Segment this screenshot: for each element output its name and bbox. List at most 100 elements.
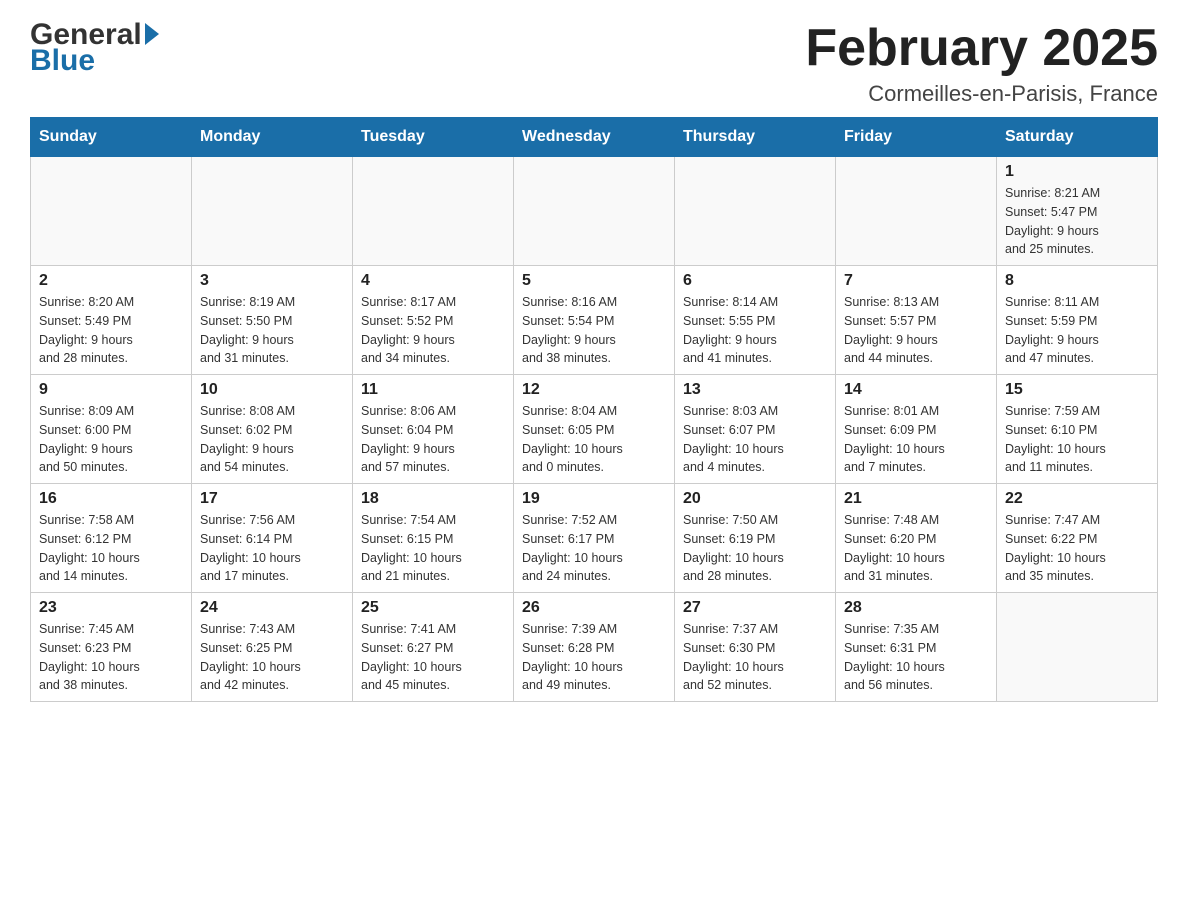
location-label: Cormeilles-en-Parisis, France: [805, 81, 1158, 107]
day-info-text: Sunrise: 7:35 AM Sunset: 6:31 PM Dayligh…: [844, 620, 988, 695]
day-number: 27: [683, 599, 827, 617]
day-number: 4: [361, 272, 505, 290]
day-info-text: Sunrise: 7:58 AM Sunset: 6:12 PM Dayligh…: [39, 511, 183, 586]
calendar-day-cell: 20 Sunrise: 7:50 AM Sunset: 6:19 PM Dayli…: [675, 484, 836, 593]
calendar-day-cell: [514, 157, 675, 266]
calendar-day-cell: 13 Sunrise: 8:03 AM Sunset: 6:07 PM Dayli…: [675, 375, 836, 484]
calendar-day-cell: 15 Sunrise: 7:59 AM Sunset: 6:10 PM Dayli…: [997, 375, 1158, 484]
day-info-text: Sunrise: 8:09 AM Sunset: 6:00 PM Dayligh…: [39, 402, 183, 477]
calendar-body: 1 Sunrise: 8:21 AM Sunset: 5:47 PM Daylig…: [31, 157, 1158, 702]
calendar-day-cell: 17 Sunrise: 7:56 AM Sunset: 6:14 PM Dayli…: [192, 484, 353, 593]
title-section: February 2025 Cormeilles-en-Parisis, Fra…: [805, 20, 1158, 107]
day-number: 7: [844, 272, 988, 290]
day-info-text: Sunrise: 8:20 AM Sunset: 5:49 PM Dayligh…: [39, 293, 183, 368]
calendar-day-cell: [836, 157, 997, 266]
logo-blue-text: Blue: [30, 46, 159, 76]
day-number: 12: [522, 381, 666, 399]
day-info-text: Sunrise: 7:48 AM Sunset: 6:20 PM Dayligh…: [844, 511, 988, 586]
calendar-day-cell: [31, 157, 192, 266]
calendar-day-cell: 7 Sunrise: 8:13 AM Sunset: 5:57 PM Daylig…: [836, 266, 997, 375]
calendar-day-cell: 5Sunrise: 8:16 AM Sunset: 5:54 PM Daylig…: [514, 266, 675, 375]
calendar-table: SundayMondayTuesdayWednesdayThursdayFrid…: [30, 117, 1158, 702]
day-number: 3: [200, 272, 344, 290]
calendar-day-cell: 21 Sunrise: 7:48 AM Sunset: 6:20 PM Dayli…: [836, 484, 997, 593]
day-number: 23: [39, 599, 183, 617]
day-number: 19: [522, 490, 666, 508]
day-info-text: Sunrise: 8:08 AM Sunset: 6:02 PM Dayligh…: [200, 402, 344, 477]
day-info-text: Sunrise: 7:41 AM Sunset: 6:27 PM Dayligh…: [361, 620, 505, 695]
calendar-day-cell: [997, 593, 1158, 702]
day-number: 11: [361, 381, 505, 399]
day-info-text: Sunrise: 7:37 AM Sunset: 6:30 PM Dayligh…: [683, 620, 827, 695]
day-info-text: Sunrise: 8:06 AM Sunset: 6:04 PM Dayligh…: [361, 402, 505, 477]
day-info-text: Sunrise: 8:21 AM Sunset: 5:47 PM Dayligh…: [1005, 184, 1149, 259]
calendar-day-cell: 14 Sunrise: 8:01 AM Sunset: 6:09 PM Dayli…: [836, 375, 997, 484]
day-info-text: Sunrise: 8:03 AM Sunset: 6:07 PM Dayligh…: [683, 402, 827, 477]
calendar-header: SundayMondayTuesdayWednesdayThursdayFrid…: [31, 118, 1158, 157]
page-header: General Blue February 2025 Cormeilles-en…: [30, 20, 1158, 107]
weekday-header-wednesday: Wednesday: [514, 118, 675, 157]
calendar-day-cell: 8 Sunrise: 8:11 AM Sunset: 5:59 PM Daylig…: [997, 266, 1158, 375]
calendar-day-cell: 4 Sunrise: 8:17 AM Sunset: 5:52 PM Daylig…: [353, 266, 514, 375]
day-info-text: Sunrise: 8:01 AM Sunset: 6:09 PM Dayligh…: [844, 402, 988, 477]
calendar-day-cell: 9 Sunrise: 8:09 AM Sunset: 6:00 PM Daylig…: [31, 375, 192, 484]
day-number: 15: [1005, 381, 1149, 399]
calendar-day-cell: [192, 157, 353, 266]
calendar-day-cell: 18 Sunrise: 7:54 AM Sunset: 6:15 PM Dayli…: [353, 484, 514, 593]
day-info-text: Sunrise: 8:19 AM Sunset: 5:50 PM Dayligh…: [200, 293, 344, 368]
calendar-day-cell: 23Sunrise: 7:45 AM Sunset: 6:23 PM Dayli…: [31, 593, 192, 702]
day-number: 24: [200, 599, 344, 617]
calendar-week-row: 1 Sunrise: 8:21 AM Sunset: 5:47 PM Daylig…: [31, 157, 1158, 266]
calendar-week-row: 23Sunrise: 7:45 AM Sunset: 6:23 PM Dayli…: [31, 593, 1158, 702]
day-number: 20: [683, 490, 827, 508]
day-number: 21: [844, 490, 988, 508]
day-info-text: Sunrise: 7:50 AM Sunset: 6:19 PM Dayligh…: [683, 511, 827, 586]
day-number: 26: [522, 599, 666, 617]
day-info-text: Sunrise: 8:13 AM Sunset: 5:57 PM Dayligh…: [844, 293, 988, 368]
day-info-text: Sunrise: 7:56 AM Sunset: 6:14 PM Dayligh…: [200, 511, 344, 586]
calendar-day-cell: 22 Sunrise: 7:47 AM Sunset: 6:22 PM Dayli…: [997, 484, 1158, 593]
calendar-day-cell: 28 Sunrise: 7:35 AM Sunset: 6:31 PM Dayli…: [836, 593, 997, 702]
day-info-text: Sunrise: 8:11 AM Sunset: 5:59 PM Dayligh…: [1005, 293, 1149, 368]
calendar-day-cell: [675, 157, 836, 266]
calendar-week-row: 9 Sunrise: 8:09 AM Sunset: 6:00 PM Daylig…: [31, 375, 1158, 484]
day-info-text: Sunrise: 7:47 AM Sunset: 6:22 PM Dayligh…: [1005, 511, 1149, 586]
day-info-text: Sunrise: 7:43 AM Sunset: 6:25 PM Dayligh…: [200, 620, 344, 695]
day-number: 28: [844, 599, 988, 617]
day-number: 25: [361, 599, 505, 617]
day-info-text: Sunrise: 8:17 AM Sunset: 5:52 PM Dayligh…: [361, 293, 505, 368]
calendar-day-cell: 27 Sunrise: 7:37 AM Sunset: 6:30 PM Dayli…: [675, 593, 836, 702]
weekday-header-monday: Monday: [192, 118, 353, 157]
day-number: 17: [200, 490, 344, 508]
day-number: 8: [1005, 272, 1149, 290]
day-number: 22: [1005, 490, 1149, 508]
day-number: 13: [683, 381, 827, 399]
day-number: 9: [39, 381, 183, 399]
weekday-header-row: SundayMondayTuesdayWednesdayThursdayFrid…: [31, 118, 1158, 157]
calendar-day-cell: [353, 157, 514, 266]
calendar-day-cell: 24 Sunrise: 7:43 AM Sunset: 6:25 PM Dayli…: [192, 593, 353, 702]
calendar-day-cell: 2 Sunrise: 8:20 AM Sunset: 5:49 PM Daylig…: [31, 266, 192, 375]
day-number: 1: [1005, 163, 1149, 181]
calendar-day-cell: 16 Sunrise: 7:58 AM Sunset: 6:12 PM Dayli…: [31, 484, 192, 593]
day-number: 10: [200, 381, 344, 399]
day-info-text: Sunrise: 7:52 AM Sunset: 6:17 PM Dayligh…: [522, 511, 666, 586]
day-number: 2: [39, 272, 183, 290]
calendar-day-cell: 1 Sunrise: 8:21 AM Sunset: 5:47 PM Daylig…: [997, 157, 1158, 266]
logo-arrow-icon: [145, 23, 159, 45]
calendar-day-cell: 6Sunrise: 8:14 AM Sunset: 5:55 PM Daylig…: [675, 266, 836, 375]
calendar-day-cell: 25 Sunrise: 7:41 AM Sunset: 6:27 PM Dayli…: [353, 593, 514, 702]
day-info-text: Sunrise: 7:59 AM Sunset: 6:10 PM Dayligh…: [1005, 402, 1149, 477]
weekday-header-thursday: Thursday: [675, 118, 836, 157]
calendar-day-cell: 12Sunrise: 8:04 AM Sunset: 6:05 PM Dayli…: [514, 375, 675, 484]
day-info-text: Sunrise: 7:54 AM Sunset: 6:15 PM Dayligh…: [361, 511, 505, 586]
calendar-week-row: 2 Sunrise: 8:20 AM Sunset: 5:49 PM Daylig…: [31, 266, 1158, 375]
day-number: 6: [683, 272, 827, 290]
day-info-text: Sunrise: 7:39 AM Sunset: 6:28 PM Dayligh…: [522, 620, 666, 695]
calendar-day-cell: 19 Sunrise: 7:52 AM Sunset: 6:17 PM Dayli…: [514, 484, 675, 593]
day-number: 18: [361, 490, 505, 508]
day-number: 14: [844, 381, 988, 399]
day-number: 5: [522, 272, 666, 290]
day-number: 16: [39, 490, 183, 508]
calendar-day-cell: 3 Sunrise: 8:19 AM Sunset: 5:50 PM Daylig…: [192, 266, 353, 375]
